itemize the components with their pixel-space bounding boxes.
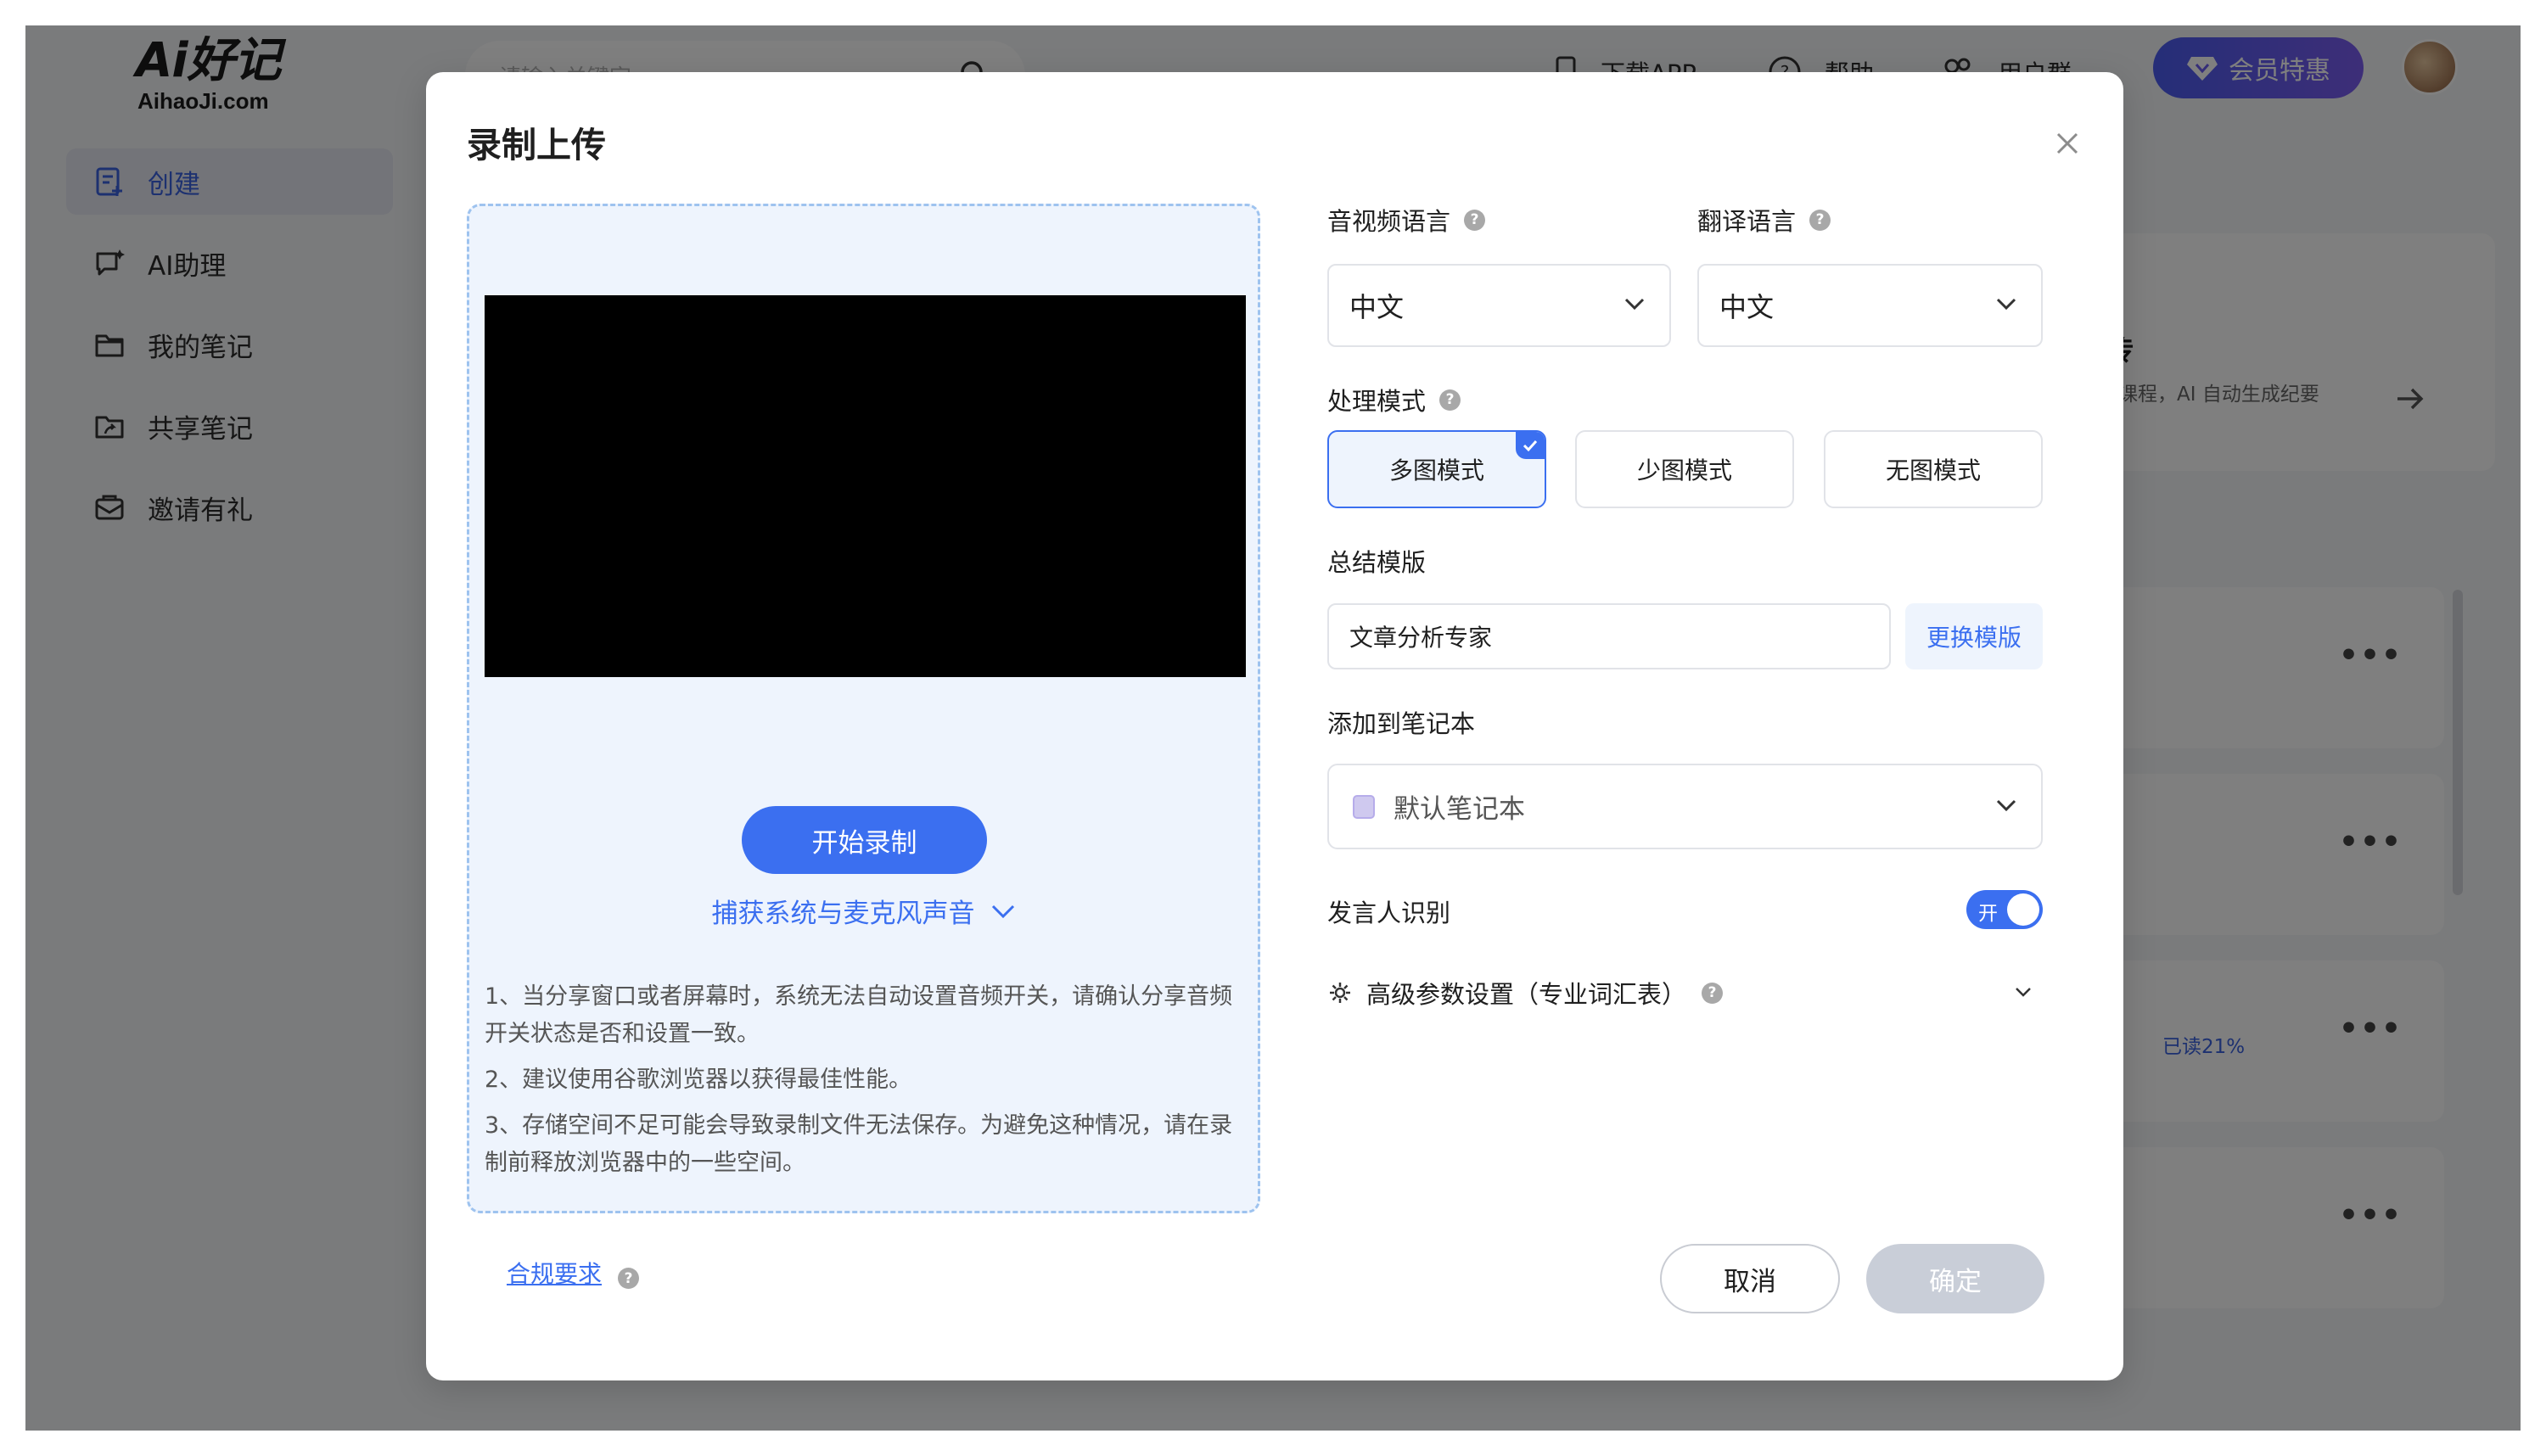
recording-panel: 开始录制 捕获系统与麦克风声音 1、当分享窗口或者屏幕时，系统无法自动设置音频开… <box>467 204 1260 1213</box>
note-item: 1、当分享窗口或者屏幕时，系统无法自动设置音频开关，请确认分享音频开关状态是否和… <box>485 983 1233 1047</box>
close-button[interactable] <box>2047 123 2088 164</box>
translate-language-label: 翻译语言 ? <box>1697 202 1831 238</box>
close-icon <box>2056 132 2078 154</box>
mode-text: 处理模式 <box>1327 387 1427 416</box>
template-value: 文章分析专家 <box>1349 624 1493 652</box>
audio-source-dropdown[interactable]: 捕获系统与麦克风声音 <box>469 892 1258 930</box>
help-icon[interactable]: ? <box>1702 982 1724 1004</box>
mode-option-no-image[interactable]: 无图模式 <box>1824 430 2043 508</box>
template-label: 总结模版 <box>1327 548 1427 577</box>
chevron-down-icon <box>1996 799 2016 812</box>
audio-source-label: 捕获系统与麦克风声音 <box>711 899 975 929</box>
mode-option-label: 无图模式 <box>1885 456 1981 484</box>
dialog-title: 录制上传 <box>467 125 606 165</box>
compliance-link[interactable]: 合规要求 <box>507 1256 602 1290</box>
notebook-label: 添加到笔记本 <box>1327 709 1476 738</box>
chevron-down-icon <box>2016 988 2031 997</box>
speaker-toggle[interactable]: 开 <box>1966 890 2043 929</box>
translate-language-text: 翻译语言 <box>1697 207 1797 236</box>
check-icon <box>1516 432 1545 459</box>
notebook-icon <box>1353 794 1375 819</box>
mode-label: 处理模式 ? <box>1327 382 1461 417</box>
audio-language-label: 音视频语言 ? <box>1327 202 1486 238</box>
help-icon[interactable]: ? <box>618 1268 639 1289</box>
translate-language-value: 中文 <box>1719 291 1775 323</box>
mode-option-label: 多图模式 <box>1388 456 1484 484</box>
chevron-down-icon <box>991 904 1014 918</box>
record-upload-dialog: 录制上传 开始录制 捕获系统与麦克风声音 1、当分享窗口或者屏幕时，系统无法自动… <box>426 72 2123 1380</box>
advanced-settings-label: 高级参数设置（专业词汇表） <box>1366 980 1687 1009</box>
chevron-down-icon <box>1624 298 1645 311</box>
audio-language-text: 音视频语言 <box>1327 207 1451 236</box>
recording-notes: 1、当分享窗口或者屏幕时，系统无法自动设置音频开关，请确认分享音频开关状态是否和… <box>485 978 1248 1190</box>
help-icon[interactable]: ? <box>1809 209 1831 231</box>
notebook-value: 默认笔记本 <box>1394 794 1525 825</box>
audio-language-select[interactable]: 中文 <box>1327 264 1671 347</box>
advanced-settings-toggle[interactable]: 高级参数设置（专业词汇表） ? <box>1327 972 2043 1014</box>
toggle-knob <box>2007 893 2039 926</box>
change-template-button[interactable]: 更换模版 <box>1905 603 2043 669</box>
screen-preview <box>485 295 1246 677</box>
gear-icon <box>1330 983 1350 1003</box>
cancel-button[interactable]: 取消 <box>1660 1244 1840 1313</box>
help-icon[interactable]: ? <box>1464 209 1486 231</box>
translate-language-select[interactable]: 中文 <box>1697 264 2043 347</box>
notebook-select[interactable]: 默认笔记本 <box>1327 764 2043 849</box>
chevron-down-icon <box>1996 298 2016 311</box>
help-icon[interactable]: ? <box>1439 389 1461 411</box>
start-recording-button[interactable]: 开始录制 <box>742 806 987 874</box>
confirm-button[interactable]: 确定 <box>1866 1244 2044 1313</box>
mode-option-label: 少图模式 <box>1636 456 1732 484</box>
note-item: 2、建议使用谷歌浏览器以获得最佳性能。 <box>485 1067 912 1093</box>
audio-language-value: 中文 <box>1349 291 1405 323</box>
note-item: 3、存储空间不足可能会导致录制文件无法保存。为避免这种情况，请在录制前释放浏览器… <box>485 1112 1233 1176</box>
toggle-label: 开 <box>1978 903 1998 925</box>
mode-option-few-image[interactable]: 少图模式 <box>1575 430 1794 508</box>
speaker-label: 发言人识别 <box>1327 899 1451 927</box>
mode-option-multi-image[interactable]: 多图模式 <box>1327 430 1546 508</box>
template-field[interactable]: 文章分析专家 <box>1327 603 1891 669</box>
